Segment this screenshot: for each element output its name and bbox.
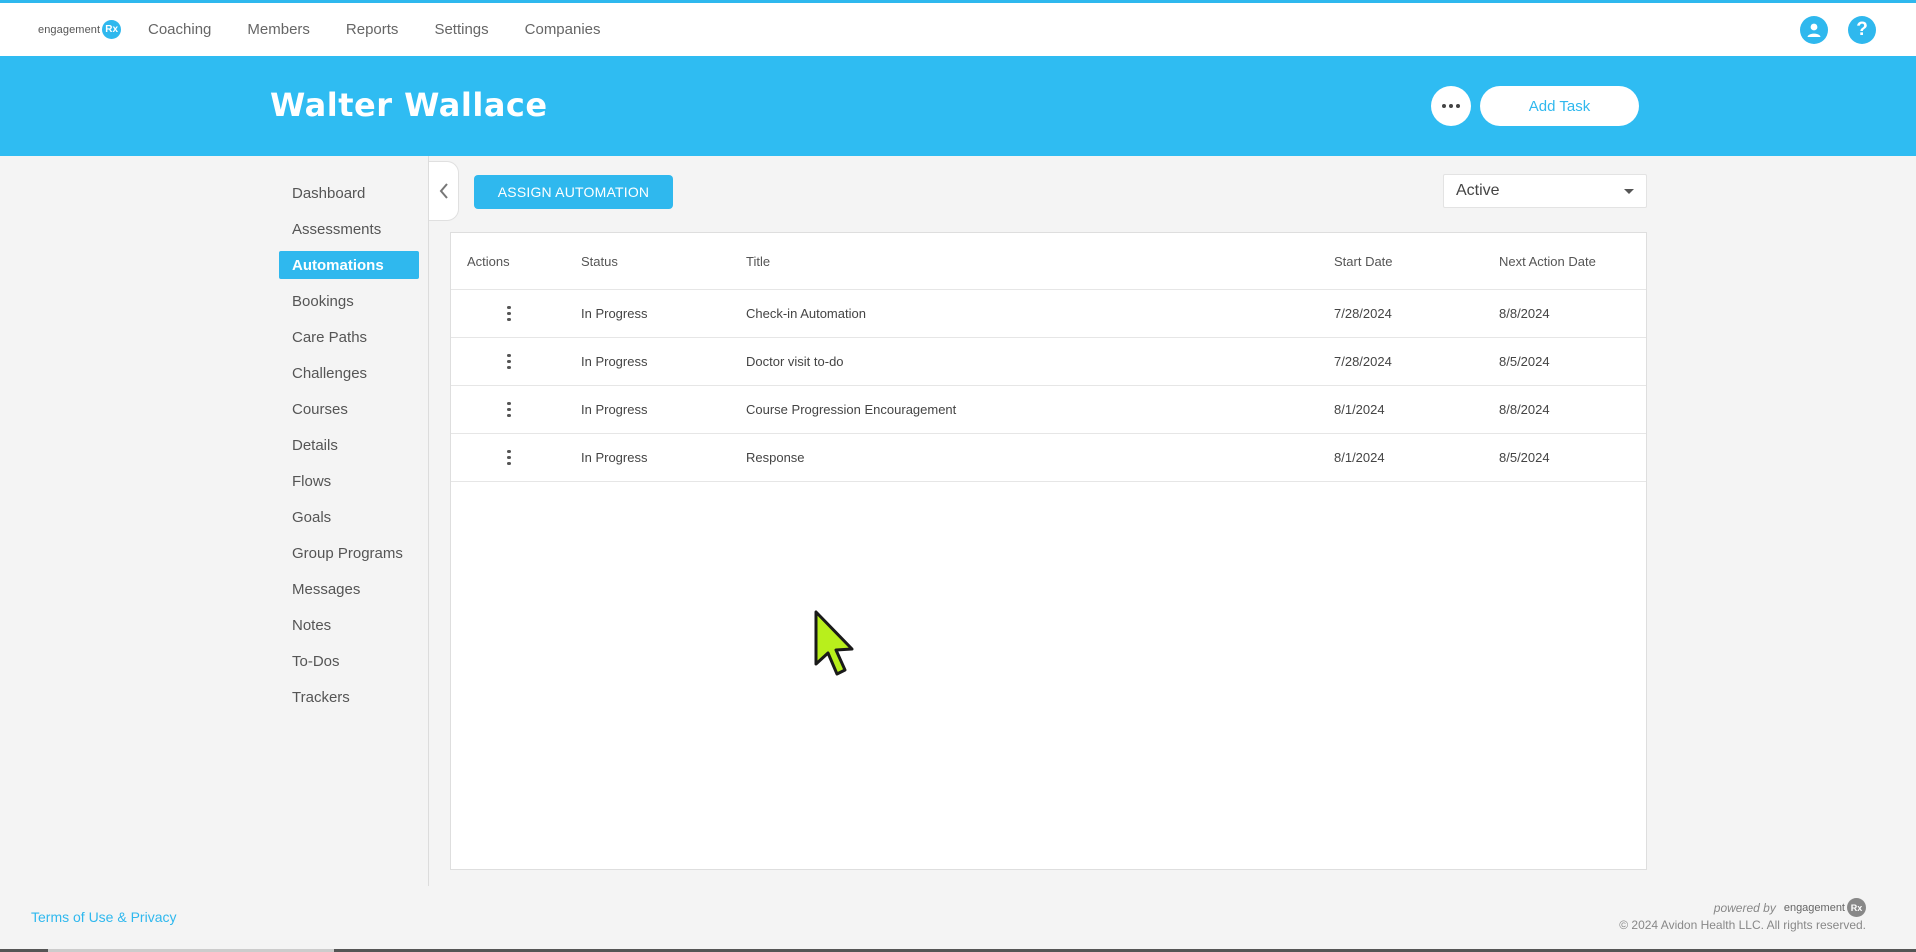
row-start-date: 8/1/2024 [1334, 450, 1385, 465]
table-row[interactable]: In Progress Check-in Automation 7/28/202… [451, 290, 1646, 338]
powered-by-logo: engagement Rx [1784, 898, 1866, 917]
row-actions-icon[interactable] [507, 290, 511, 337]
powered-logo-badge: Rx [1847, 898, 1866, 917]
logo-badge: Rx [102, 20, 122, 39]
powered-logo-text: engagement [1783, 901, 1845, 914]
row-status: In Progress [581, 354, 648, 369]
caret-down-icon [1624, 189, 1634, 194]
sidebar-item-group-programs[interactable]: Group Programs [279, 539, 419, 567]
nav-coaching[interactable]: Coaching [148, 21, 211, 38]
sidebar-item-notes[interactable]: Notes [279, 611, 419, 639]
status-filter-select[interactable]: Active [1443, 174, 1647, 208]
help-icon[interactable]: ? [1848, 16, 1876, 44]
more-options-button[interactable] [1431, 86, 1471, 126]
sidebar-item-care-paths[interactable]: Care Paths [279, 323, 419, 351]
sidebar-item-goals[interactable]: Goals [279, 503, 419, 531]
table-row[interactable]: In Progress Doctor visit to-do 7/28/2024… [451, 338, 1646, 386]
sidebar-item-messages[interactable]: Messages [279, 575, 419, 603]
col-start-date[interactable]: Start Date [1334, 233, 1393, 289]
mouse-cursor-icon [814, 610, 854, 676]
row-start-date: 8/1/2024 [1334, 402, 1385, 417]
sidebar-item-challenges[interactable]: Challenges [279, 359, 419, 387]
row-actions-icon[interactable] [507, 338, 511, 385]
row-next-action-date: 8/8/2024 [1499, 306, 1550, 321]
row-title[interactable]: Doctor visit to-do [746, 338, 844, 385]
sidebar-item-bookings[interactable]: Bookings [279, 287, 419, 315]
nav-settings[interactable]: Settings [434, 21, 488, 38]
row-actions-icon[interactable] [507, 386, 511, 433]
member-sidebar: Dashboard Assessments Automations Bookin… [279, 179, 419, 719]
copyright-text: © 2024 Avidon Health LLC. All rights res… [1619, 918, 1866, 932]
terms-privacy-link[interactable]: Terms of Use & Privacy [31, 909, 176, 925]
row-title[interactable]: Course Progression Encouragement [746, 386, 956, 433]
nav-companies[interactable]: Companies [525, 21, 601, 38]
powered-by-text: powered by [1713, 900, 1776, 915]
sidebar-item-trackers[interactable]: Trackers [279, 683, 419, 711]
sidebar-item-courses[interactable]: Courses [279, 395, 419, 423]
add-task-button[interactable]: Add Task [1480, 86, 1639, 126]
col-next-action-date[interactable]: Next Action Date [1499, 233, 1596, 289]
row-next-action-date: 8/5/2024 [1499, 450, 1550, 465]
sidebar-item-dashboard[interactable]: Dashboard [279, 179, 419, 207]
table-row[interactable]: In Progress Response 8/1/2024 8/5/2024 [451, 434, 1646, 482]
sidebar-item-to-dos[interactable]: To-Dos [279, 647, 419, 675]
powered-by: powered by engagement Rx [1714, 898, 1866, 917]
sidebar-item-assessments[interactable]: Assessments [279, 215, 419, 243]
nav-members[interactable]: Members [247, 21, 310, 38]
automations-table: Actions Status Title Start Date Next Act… [450, 232, 1647, 870]
row-start-date: 7/28/2024 [1334, 354, 1392, 369]
row-status: In Progress [581, 402, 648, 417]
member-header: Walter Wallace Add Task [0, 56, 1916, 156]
sidebar-item-details[interactable]: Details [279, 431, 419, 459]
main-nav: Coaching Members Reports Settings Compan… [148, 3, 637, 56]
collapse-sidebar-button[interactable] [429, 161, 459, 221]
row-title[interactable]: Response [746, 434, 805, 481]
user-icon[interactable] [1800, 16, 1828, 44]
sidebar-item-flows[interactable]: Flows [279, 467, 419, 495]
table-row[interactable]: In Progress Course Progression Encourage… [451, 386, 1646, 434]
logo-text: engagement [38, 23, 101, 36]
chevron-left-icon [439, 183, 448, 199]
row-next-action-date: 8/5/2024 [1499, 354, 1550, 369]
top-navbar: engagement Rx Coaching Members Reports S… [0, 3, 1916, 56]
sidebar-divider [428, 156, 429, 886]
sidebar-item-automations[interactable]: Automations [279, 251, 419, 279]
row-actions-icon[interactable] [507, 434, 511, 481]
table-header: Actions Status Title Start Date Next Act… [451, 233, 1646, 290]
nav-reports[interactable]: Reports [346, 21, 399, 38]
col-title[interactable]: Title [746, 233, 770, 289]
brand-logo[interactable]: engagement Rx [38, 20, 122, 39]
assign-automation-button[interactable]: ASSIGN AUTOMATION [474, 175, 673, 209]
row-next-action-date: 8/8/2024 [1499, 402, 1550, 417]
row-title[interactable]: Check-in Automation [746, 290, 866, 337]
row-status: In Progress [581, 306, 648, 321]
row-start-date: 7/28/2024 [1334, 306, 1392, 321]
status-filter-value: Active [1456, 182, 1500, 199]
col-actions: Actions [467, 253, 510, 269]
member-name-title: Walter Wallace [270, 86, 548, 124]
row-status: In Progress [581, 450, 648, 465]
col-status[interactable]: Status [581, 233, 618, 289]
